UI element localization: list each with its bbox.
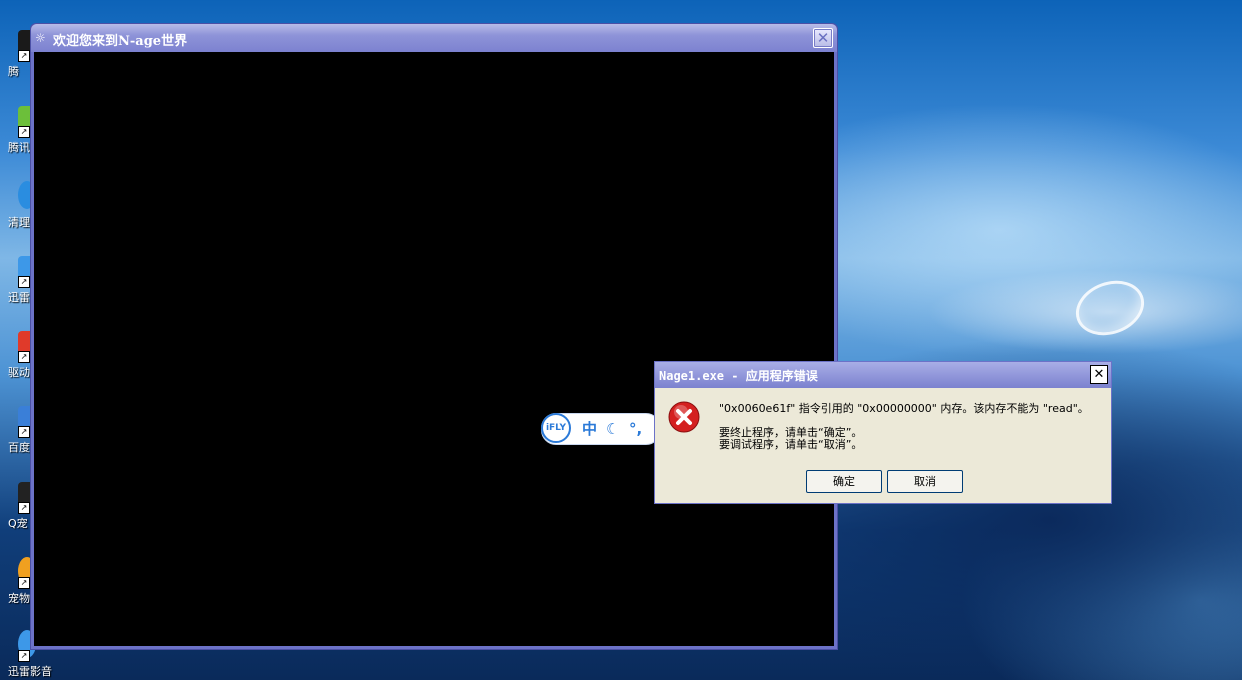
desktop: ↗ 腾 ↗ 腾讯 清理 ↗ 迅雷 ↗ 驱动 ↗ 百度 ↗ Q宠 ↗ 宠物 ↗ 迅… xyxy=(0,0,1242,680)
ok-button[interactable]: 确定 xyxy=(806,470,882,493)
error-dialog[interactable]: Nage1.exe - 应用程序错误 ✕ "0x0060e61f" 指令引用的 … xyxy=(654,361,1112,504)
error-dialog-title: Nage1.exe - 应用程序错误 xyxy=(659,369,818,383)
game-window-title: 欢迎您来到N-age世界 xyxy=(53,34,188,49)
error-dialog-titlebar[interactable]: Nage1.exe - 应用程序错误 ✕ xyxy=(655,362,1111,388)
shortcut-arrow-icon: ↗ xyxy=(18,650,30,662)
close-button[interactable]: ✕ xyxy=(813,28,833,48)
game-canvas[interactable] xyxy=(34,52,834,646)
app-icon: ☼ xyxy=(35,31,46,45)
punctuation-icon[interactable]: °, xyxy=(629,419,642,439)
moon-icon[interactable]: ☾ xyxy=(606,419,619,439)
shortcut-arrow-icon: ↗ xyxy=(18,502,30,514)
wallpaper-droplet xyxy=(1068,271,1152,345)
shortcut-arrow-icon: ↗ xyxy=(18,426,30,438)
shortcut-arrow-icon: ↗ xyxy=(18,351,30,363)
ime-mode-toggle[interactable]: 中 xyxy=(582,419,597,439)
shortcut-arrow-icon: ↗ xyxy=(18,126,30,138)
shortcut-arrow-icon: ↗ xyxy=(18,276,30,288)
error-instruction-cancel: 要调试程序，请单击“取消”。 xyxy=(719,438,863,451)
game-titlebar[interactable]: ☼ 欢迎您来到N-age世界 ✕ xyxy=(31,24,837,52)
close-button[interactable]: ✕ xyxy=(1090,365,1108,384)
error-icon xyxy=(668,401,700,433)
ifly-logo-icon[interactable]: iFLY xyxy=(541,413,571,443)
cancel-button[interactable]: 取消 xyxy=(887,470,963,493)
shortcut-arrow-icon: ↗ xyxy=(18,577,30,589)
shortcut-arrow-icon: ↗ xyxy=(18,50,30,62)
ime-toolbar[interactable]: iFLY 中 ☾ °, xyxy=(541,413,661,445)
desktop-icon-label: 迅雷影音 xyxy=(8,665,52,678)
error-message: "0x0060e61f" 指令引用的 "0x00000000" 内存。该内存不能… xyxy=(719,402,1089,415)
game-window[interactable]: ☼ 欢迎您来到N-age世界 ✕ xyxy=(30,23,838,650)
